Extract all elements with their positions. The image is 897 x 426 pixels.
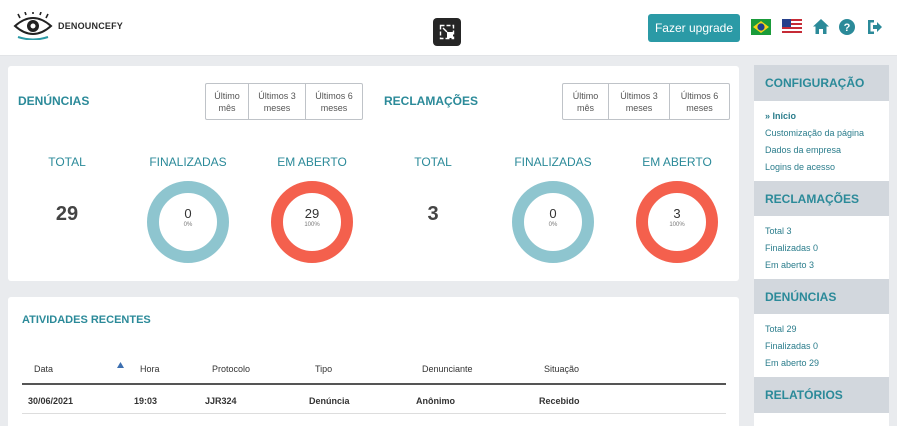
denuncias-finalizadas-percent: 0% [183, 222, 193, 228]
reclamacoes-title: RECLAMAÇÕES [384, 94, 479, 108]
cell-denunciante: Anônimo [416, 396, 455, 406]
denuncias-aberto-percent: 100% [304, 222, 320, 228]
cell-protocolo: JJR324 [205, 396, 237, 406]
reclamacoes-aberto-value: 3 [673, 206, 681, 221]
brand-name: DENOUNCEFY [58, 21, 124, 31]
sidebar-reclamacoes-finalizadas[interactable]: Finalizadas 0 [765, 243, 818, 253]
exit-fullscreen-icon [439, 24, 455, 40]
sidebar-denuncias-total[interactable]: Total 29 [765, 324, 797, 334]
cell-situacao: Recebido [539, 396, 580, 406]
cell-data: 30/06/2021 [28, 396, 74, 406]
denuncias-period-1[interactable]: Último mês [206, 84, 248, 119]
logout-icon[interactable] [865, 18, 883, 36]
recent-activities-title: ATIVIDADES RECENTES [22, 314, 151, 326]
brand-logo[interactable]: DENOUNCEFY [12, 12, 123, 40]
denuncias-finalizadas-value: 0 [184, 206, 192, 221]
denuncias-total-label: TOTAL [48, 155, 86, 169]
denuncias-period-6[interactable]: Últimos 6 meses [305, 84, 362, 119]
exit-fullscreen-button[interactable] [433, 18, 461, 46]
sidebar-reclamacoes-aberto[interactable]: Em aberto 3 [765, 260, 814, 270]
column-header-tipo[interactable]: Tipo [315, 364, 332, 374]
table-header-divider [22, 383, 726, 385]
usa-flag-icon[interactable] [782, 17, 802, 37]
reclamacoes-total-value: 3 [427, 203, 439, 225]
sort-asc-icon[interactable] [117, 362, 124, 368]
right-sidebar: CONFIGURAÇÃO » Início Customização da pá… [754, 65, 889, 426]
home-icon[interactable] [812, 18, 830, 36]
denuncias-aberto-value: 29 [304, 206, 320, 221]
svg-text:?: ? [844, 22, 851, 34]
column-header-denunciante[interactable]: Denunciante [422, 364, 473, 374]
denuncias-aberto-label: EM ABERTO [277, 155, 347, 169]
sidebar-reclamacoes-heading: RECLAMAÇÕES [754, 181, 889, 216]
eye-logo-icon [13, 12, 53, 40]
reclamacoes-finalizadas-value: 0 [549, 206, 557, 221]
reclamacoes-period-1[interactable]: Último mês [563, 84, 608, 119]
sidebar-item-inicio[interactable]: » Início [765, 111, 796, 121]
sidebar-item-logins[interactable]: Logins de acesso [765, 162, 835, 172]
upgrade-button[interactable]: Fazer upgrade [648, 14, 740, 42]
reclamacoes-finalizadas-percent: 0% [548, 222, 558, 228]
sidebar-item-dados-empresa[interactable]: Dados da empresa [765, 145, 841, 155]
brazil-flag-icon[interactable] [751, 17, 771, 37]
reclamacoes-period-6[interactable]: Últimos 6 meses [669, 84, 729, 119]
denuncias-finalizadas-label: FINALIZADAS [149, 155, 227, 169]
sidebar-relatorios-heading: RELATÓRIOS [754, 377, 889, 413]
column-header-situacao[interactable]: Situação [544, 364, 579, 374]
reclamacoes-finalizadas-label: FINALIZADAS [514, 155, 592, 169]
sidebar-config-heading: CONFIGURAÇÃO [754, 65, 889, 101]
sidebar-denuncias-heading: DENÚNCIAS [754, 279, 889, 314]
sidebar-denuncias-aberto[interactable]: Em aberto 29 [765, 358, 819, 368]
cell-tipo: Denúncia [309, 396, 350, 406]
column-header-data[interactable]: Data [34, 364, 53, 374]
sidebar-item-customizacao[interactable]: Customização da página [765, 128, 864, 138]
sidebar-reclamacoes-total[interactable]: Total 3 [765, 226, 792, 236]
row-divider [22, 413, 726, 414]
stats-panel: DENÚNCIAS Último mês Últimos 3 meses Últ… [8, 66, 739, 281]
denuncias-period-filter: Último mês Últimos 3 meses Últimos 6 mes… [205, 83, 363, 120]
reclamacoes-aberto-percent: 100% [669, 222, 685, 228]
denuncias-title: DENÚNCIAS [18, 94, 90, 108]
help-icon[interactable]: ? [838, 18, 856, 36]
denuncias-period-3[interactable]: Últimos 3 meses [248, 84, 305, 119]
reclamacoes-period-3[interactable]: Últimos 3 meses [608, 84, 669, 119]
reclamacoes-period-filter: Último mês Últimos 3 meses Últimos 6 mes… [562, 83, 730, 120]
top-header: DENOUNCEFY Fazer upgrade ? [0, 0, 897, 56]
reclamacoes-aberto-label: EM ABERTO [642, 155, 712, 169]
reclamacoes-total-label: TOTAL [414, 155, 452, 169]
column-header-protocolo[interactable]: Protocolo [212, 364, 250, 374]
sidebar-denuncias-finalizadas[interactable]: Finalizadas 0 [765, 341, 818, 351]
recent-activities-panel: ATIVIDADES RECENTES Data Hora Protocolo … [8, 297, 739, 426]
denuncias-total-value: 29 [55, 203, 79, 225]
cell-hora: 19:03 [134, 396, 158, 406]
column-header-hora[interactable]: Hora [140, 364, 160, 374]
